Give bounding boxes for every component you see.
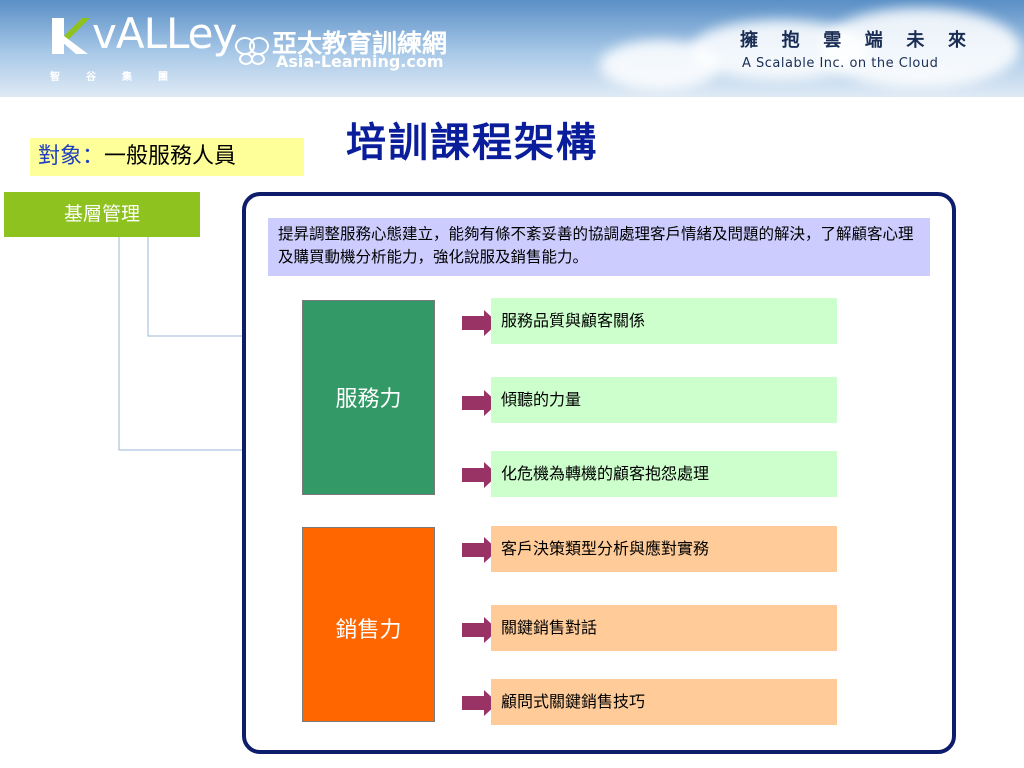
category-service: 服務力 <box>302 300 435 495</box>
category-sales-label: 銷售力 <box>335 618 402 643</box>
course-item: 服務品質與顧客關係 <box>491 298 837 344</box>
course-item: 客戶決策類型分析與應對實務 <box>491 526 837 572</box>
course-item: 化危機為轉機的顧客抱怨處理 <box>491 451 837 497</box>
course-description: 提昇調整服務心態建立，能夠有條不紊妥善的協調處理客戶情緒及問題的解決，了解顧客心… <box>268 218 930 276</box>
course-item: 顧問式關鍵銷售技巧 <box>491 679 837 725</box>
category-sales: 銷售力 <box>302 527 435 722</box>
category-service-label: 服務力 <box>335 387 402 412</box>
course-item: 關鍵銷售對話 <box>491 605 837 651</box>
course-item: 傾聽的力量 <box>491 377 837 423</box>
